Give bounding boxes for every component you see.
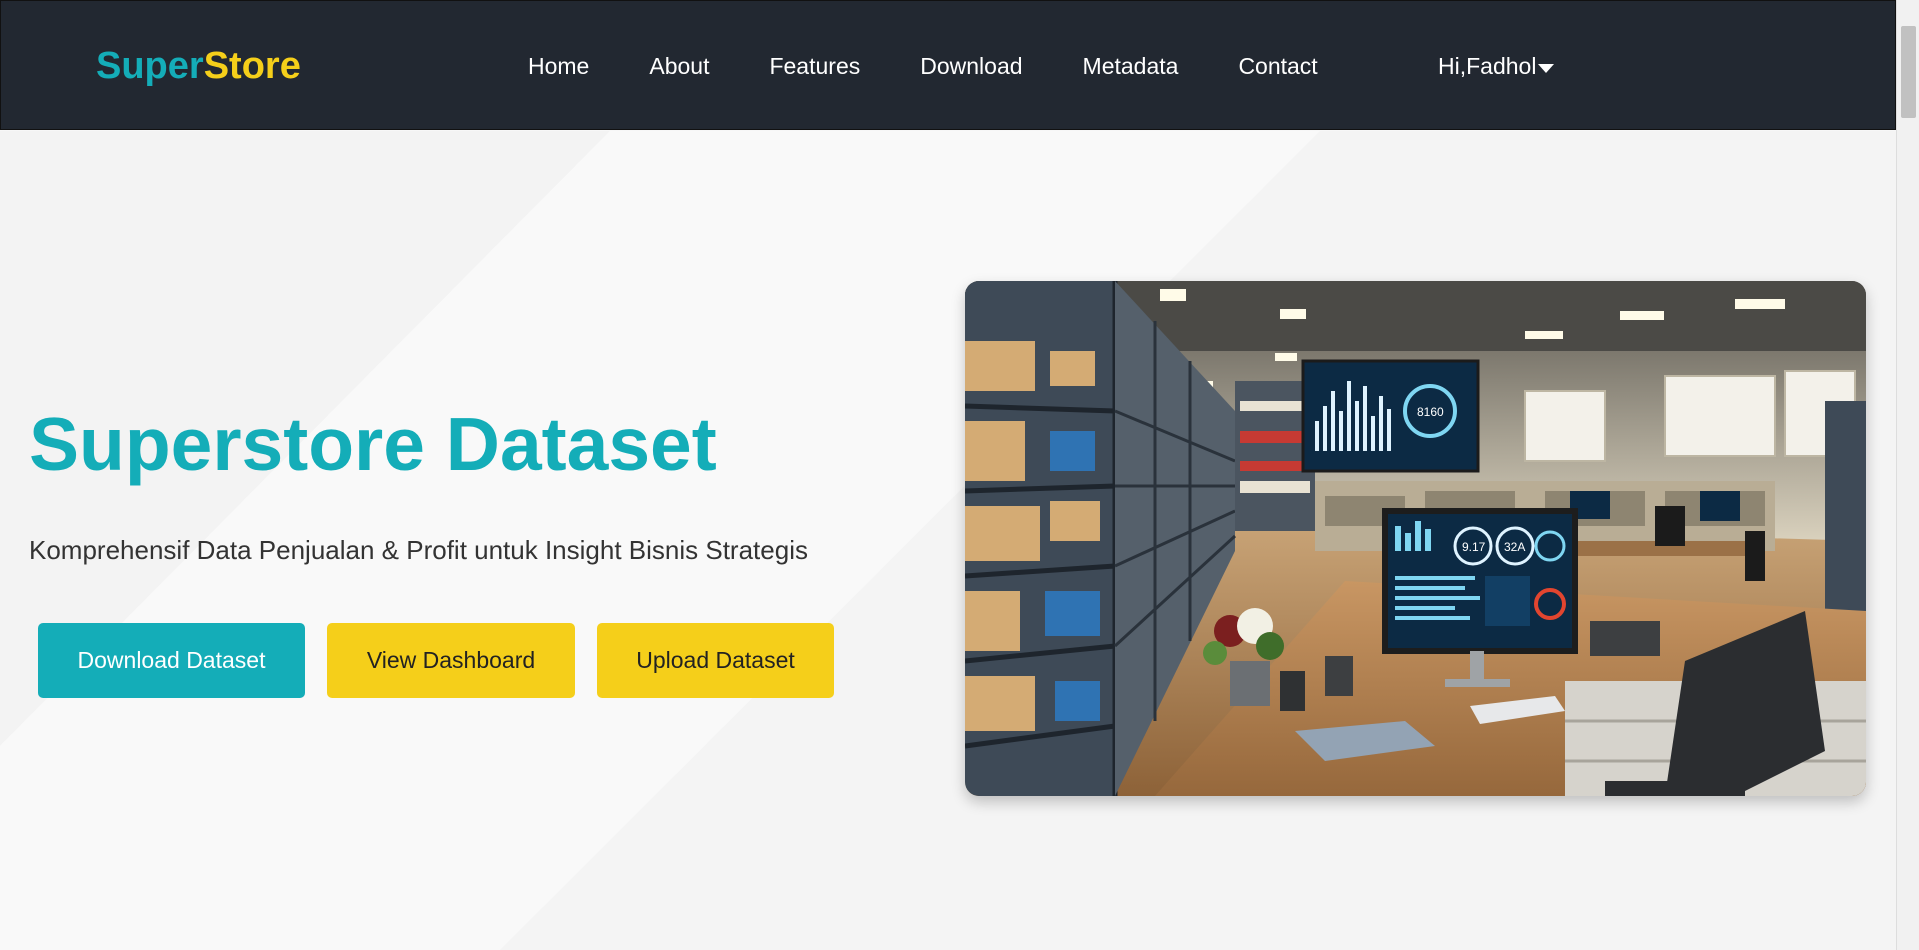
page-scrollbar[interactable] — [1896, 0, 1919, 950]
monitor-stat-2: 32A — [1504, 540, 1525, 554]
hero-title: Superstore Dataset — [29, 402, 717, 486]
nav-metadata-link[interactable]: Metadata — [1083, 53, 1179, 80]
user-menu-dropdown[interactable]: Hi,Fadhol — [1438, 53, 1555, 80]
brand-logo-part1: Super — [96, 45, 204, 87]
top-navbar: SuperStore Home About Features Download … — [0, 0, 1896, 130]
hero-warehouse-image: 8160 9.17 32A — [965, 281, 1866, 796]
nav-contact-link[interactable]: Contact — [1238, 53, 1317, 80]
monitor-stat-1: 9.17 — [1462, 540, 1486, 554]
nav-features-link[interactable]: Features — [769, 53, 860, 80]
nav-download-link[interactable]: Download — [920, 53, 1022, 80]
hero-section: Superstore Dataset Komprehensif Data Pen… — [0, 131, 1896, 950]
user-greeting: Hi,Fadhol — [1438, 53, 1537, 79]
main-nav: Home About Features Download Metadata Co… — [528, 53, 1378, 80]
caret-down-icon — [1538, 64, 1555, 73]
upload-dataset-button[interactable]: Upload Dataset — [597, 623, 834, 698]
nav-about-link[interactable]: About — [649, 53, 709, 80]
brand-logo[interactable]: SuperStore — [96, 45, 301, 88]
view-dashboard-button[interactable]: View Dashboard — [327, 623, 575, 698]
warehouse-illustration: 8160 9.17 32A — [965, 281, 1866, 796]
nav-home-link[interactable]: Home — [528, 53, 589, 80]
overhead-screen-stat: 8160 — [1417, 405, 1444, 419]
download-dataset-button[interactable]: Download Dataset — [38, 623, 305, 698]
hero-subtitle: Komprehensif Data Penjualan & Profit unt… — [29, 535, 808, 565]
scrollbar-thumb[interactable] — [1901, 26, 1916, 118]
brand-logo-part2: Store — [203, 45, 301, 87]
